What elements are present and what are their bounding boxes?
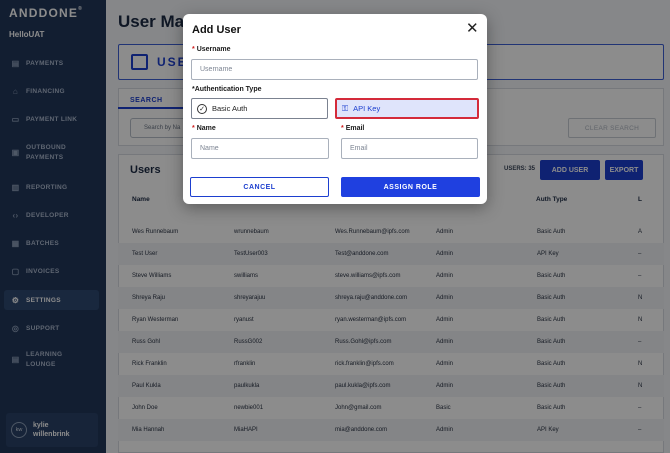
email-label: * Email xyxy=(341,125,365,132)
auth-option-api-key[interactable]: ⚿ API Key xyxy=(335,98,479,119)
key-icon: ⚿ xyxy=(342,103,349,113)
assign-role-button[interactable]: ASSIGN ROLE xyxy=(341,177,480,197)
username-label: * Username xyxy=(192,46,231,53)
username-field[interactable]: Username xyxy=(191,59,478,80)
modal-title: Add User xyxy=(192,24,241,36)
name-field[interactable]: Name xyxy=(191,138,329,159)
cancel-button[interactable]: CANCEL xyxy=(190,177,329,197)
add-user-modal: Add User ✕ * Username Username *Authenti… xyxy=(183,14,487,204)
auth-option-basic[interactable]: ✓ Basic Auth xyxy=(191,98,328,119)
email-field[interactable]: Email xyxy=(341,138,478,159)
name-label: * Name xyxy=(192,125,216,132)
check-circle-icon: ✓ xyxy=(197,103,207,114)
auth-type-label: *Authentication Type xyxy=(192,86,262,93)
close-icon[interactable]: ✕ xyxy=(466,21,479,36)
